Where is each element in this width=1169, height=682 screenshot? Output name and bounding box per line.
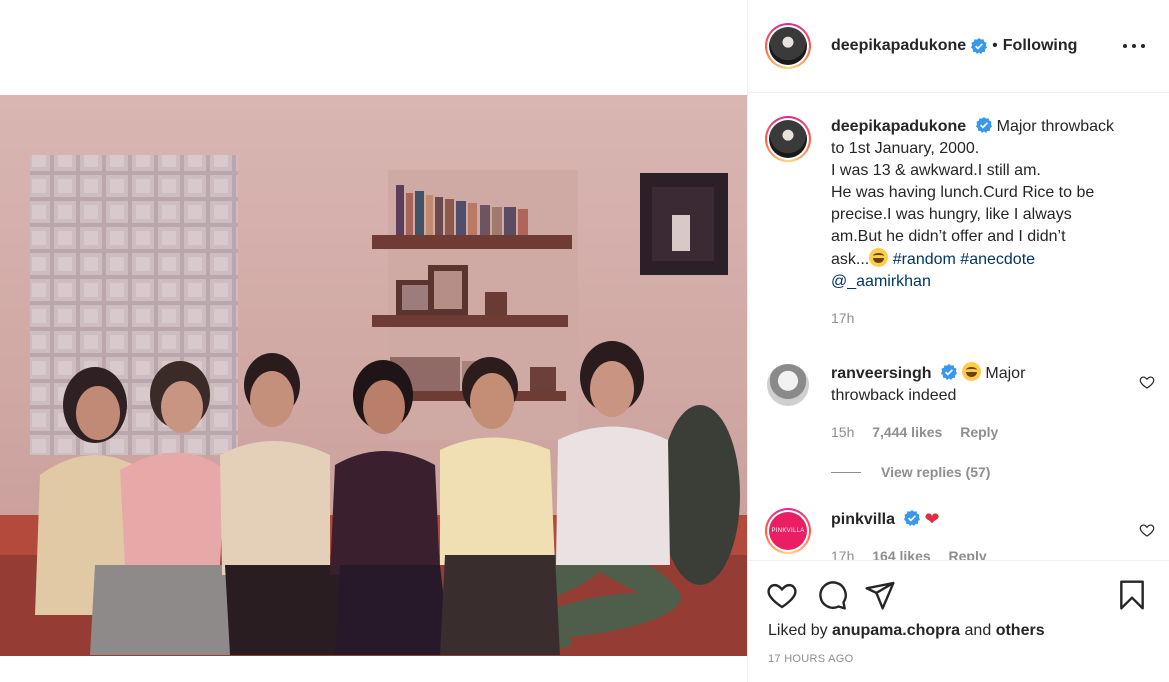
caption-line: precise.I was hungry, like I always (831, 206, 1072, 223)
liked-by-others-link[interactable]: others (996, 622, 1045, 639)
verified-badge-icon (971, 38, 988, 54)
hashtag-link[interactable]: #random (893, 251, 956, 268)
pinkvilla-logo: PINKVILLA (769, 512, 807, 550)
hashtag-link[interactable]: #anecdote (960, 251, 1035, 268)
caption-line: I was 13 & awkward.I still am. (831, 162, 1041, 179)
caption-line: Major throwback (996, 118, 1114, 135)
caption-line: am.But he didn’t offer and I didn’t (831, 228, 1066, 245)
comment-time[interactable]: 15h (831, 424, 854, 440)
grinning-emoji-icon (961, 362, 981, 381)
comment-bubble-icon[interactable] (816, 579, 848, 611)
ellipsis-icon[interactable] (1123, 36, 1145, 56)
photo-image (0, 95, 747, 656)
comment-time[interactable]: 17h (831, 548, 854, 560)
comment-text: throwback indeed (831, 387, 957, 404)
caption-body: deepikapadukone Major throwback to 1st J… (831, 116, 1131, 329)
comment-text: Major (985, 365, 1026, 382)
post-photo[interactable] (0, 95, 747, 656)
commenter-avatar[interactable]: PINKVILLA (765, 508, 811, 554)
caption-author-avatar[interactable] (765, 116, 811, 162)
liked-by-text: Liked by anupama.chopra and others (768, 622, 1045, 640)
author-username[interactable]: deepikapadukone (831, 37, 966, 55)
post-actions: Liked by anupama.chopra and others 17 HO… (748, 560, 1169, 682)
commenter-username[interactable]: pinkvilla (831, 511, 895, 528)
liked-by-user-link[interactable]: anupama.chopra (832, 622, 960, 639)
caption-time[interactable]: 17h (831, 310, 854, 326)
comment-likes[interactable]: 164 likes (872, 548, 930, 560)
commenter-username[interactable]: ranveersingh (831, 365, 931, 382)
verified-badge-icon (975, 117, 992, 133)
post-header: deepikapadukone • Following (748, 0, 1169, 93)
caption-author-username[interactable]: deepikapadukone (831, 118, 966, 135)
save-bookmark-icon[interactable] (1116, 579, 1148, 611)
reply-button[interactable]: Reply (960, 424, 998, 440)
commenter-avatar[interactable] (767, 364, 809, 406)
comment-like-heart-icon[interactable] (1139, 522, 1155, 538)
caption: deepikapadukone Major throwback to 1st J… (765, 116, 1155, 336)
caption-line: ask... (831, 251, 870, 268)
mention-link[interactable]: @_aamirkhan (831, 273, 931, 290)
post-timestamp[interactable]: 17 HOURS AGO (768, 653, 854, 665)
following-button[interactable]: Following (1003, 37, 1078, 55)
comments-list: deepikapadukone Major throwback to 1st J… (748, 94, 1169, 560)
divider-line (831, 471, 861, 473)
reply-button[interactable]: Reply (949, 548, 987, 560)
comment-body: ranveersingh Major throwback indeed 15h … (831, 362, 1131, 443)
post-media-pane (0, 0, 747, 682)
post-side-panel: deepikapadukone • Following deepikapaduk… (747, 0, 1169, 682)
caption-line: He was having lunch.Curd Rice to be (831, 184, 1095, 201)
caption-line: to 1st January, 2000. (831, 140, 980, 157)
red-heart-emoji-icon: ❤ (924, 509, 940, 529)
like-heart-icon[interactable] (766, 579, 798, 611)
view-replies-label: View replies (57) (881, 464, 991, 480)
header-separator: • (992, 37, 998, 54)
comment-body: pinkvilla ❤ 17h 164 likes Reply (831, 508, 1131, 560)
verified-badge-icon (904, 510, 921, 526)
verified-badge-icon (940, 364, 957, 380)
comment-item: PINKVILLA pinkvilla ❤ 17h 164 likes Repl… (765, 508, 1155, 560)
liked-by-and: and (964, 622, 992, 639)
comment-likes[interactable]: 7,444 likes (872, 424, 942, 440)
share-paper-plane-icon[interactable] (864, 579, 896, 611)
view-replies-button[interactable]: View replies (57) (831, 464, 990, 480)
grinning-emoji-icon (869, 248, 889, 267)
comment-like-heart-icon[interactable] (1139, 374, 1155, 390)
liked-by-prefix: Liked by (768, 622, 828, 639)
author-avatar[interactable] (765, 23, 811, 69)
